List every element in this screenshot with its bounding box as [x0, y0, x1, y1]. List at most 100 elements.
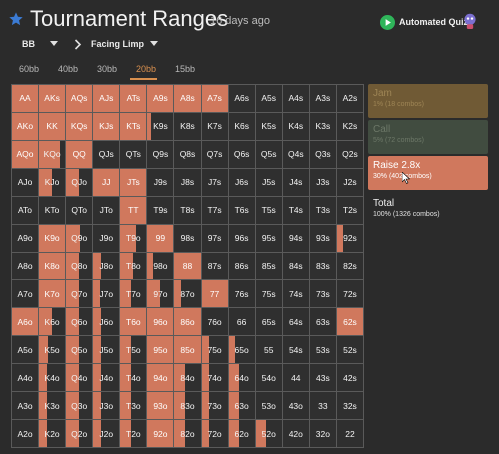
hand-cell[interactable]: K8o [39, 252, 66, 280]
hand-cell[interactable]: K5s [255, 112, 282, 140]
star-icon[interactable] [8, 11, 24, 27]
hand-cell[interactable]: AA [12, 85, 39, 112]
hand-cell[interactable]: 64s [282, 308, 309, 336]
hand-cell[interactable]: Q3s [309, 140, 336, 168]
hand-cell[interactable]: Q2s [336, 140, 363, 168]
hand-cell[interactable]: Q7o [66, 280, 93, 308]
hand-cell[interactable]: Q6s [228, 140, 255, 168]
hand-cell[interactable]: 96o [147, 308, 174, 336]
hand-cell[interactable]: J8s [174, 168, 201, 196]
hand-cell[interactable]: 62s [336, 308, 363, 336]
hand-cell[interactable]: A3o [12, 392, 39, 420]
hand-cell[interactable]: T6o [120, 308, 147, 336]
hand-cell[interactable]: 52o [255, 420, 282, 447]
hand-cell[interactable]: Q4s [282, 140, 309, 168]
hand-cell[interactable]: J8o [93, 252, 120, 280]
hand-cell[interactable]: A6o [12, 308, 39, 336]
hand-cell[interactable]: QJo [66, 168, 93, 196]
hand-cell[interactable]: 87o [174, 280, 201, 308]
hand-cell[interactable]: 84s [282, 252, 309, 280]
hand-cell[interactable]: JJ [93, 168, 120, 196]
hand-cell[interactable]: ATo [12, 196, 39, 224]
hand-cell[interactable]: T9s [147, 196, 174, 224]
hand-cell[interactable]: 72o [201, 420, 228, 447]
hand-cell[interactable]: 63s [309, 308, 336, 336]
hand-cell[interactable]: 33 [309, 392, 336, 420]
hand-cell[interactable]: K8s [174, 112, 201, 140]
hand-cell[interactable]: J5o [93, 336, 120, 364]
hand-cell[interactable]: 62o [228, 420, 255, 447]
hand-cell[interactable]: 92o [147, 420, 174, 447]
hand-cell[interactable]: Q6o [66, 308, 93, 336]
hand-cell[interactable]: Q9o [66, 224, 93, 252]
hand-cell[interactable]: T9o [120, 224, 147, 252]
hand-cell[interactable]: JTo [93, 196, 120, 224]
hand-cell[interactable]: 94s [282, 224, 309, 252]
hand-cell[interactable]: 65s [255, 308, 282, 336]
hand-cell[interactable]: 95o [147, 336, 174, 364]
hand-cell[interactable]: A8o [12, 252, 39, 280]
hand-cell[interactable]: Q9s [147, 140, 174, 168]
hand-cell[interactable]: 76s [228, 280, 255, 308]
hand-cell[interactable]: 92s [336, 224, 363, 252]
hand-cell[interactable]: 96s [228, 224, 255, 252]
hand-cell[interactable]: T5o [120, 336, 147, 364]
hand-cell[interactable]: Q5o [66, 336, 93, 364]
tab-20bb[interactable]: 20bb [136, 64, 156, 74]
hand-cell[interactable]: J7o [93, 280, 120, 308]
hand-cell[interactable]: A4o [12, 364, 39, 392]
hand-cell[interactable]: 85s [255, 252, 282, 280]
hand-cell[interactable]: J6s [228, 168, 255, 196]
hand-cell[interactable]: 82s [336, 252, 363, 280]
hand-cell[interactable]: 73o [201, 392, 228, 420]
hand-cell[interactable]: 65o [228, 336, 255, 364]
hand-cell[interactable]: 77 [201, 280, 228, 308]
hand-cell[interactable]: A4s [282, 85, 309, 112]
hand-cell[interactable]: 54o [255, 364, 282, 392]
hand-cell[interactable]: A9o [12, 224, 39, 252]
hand-cell[interactable]: 98o [147, 252, 174, 280]
hand-cell[interactable]: Q2o [66, 420, 93, 447]
hand-cell[interactable]: QTo [66, 196, 93, 224]
automated-quiz-button[interactable]: Automated Quiz [380, 13, 468, 31]
hand-cell[interactable]: 98s [174, 224, 201, 252]
hand-cell[interactable]: J5s [255, 168, 282, 196]
hand-cell[interactable]: AQo [12, 140, 39, 168]
hand-cell[interactable]: KJo [39, 168, 66, 196]
hand-cell[interactable]: A7o [12, 280, 39, 308]
hand-cell[interactable]: J4s [282, 168, 309, 196]
hand-cell[interactable]: K6s [228, 112, 255, 140]
hand-cell[interactable]: A5s [255, 85, 282, 112]
hand-cell[interactable]: Q7s [201, 140, 228, 168]
hand-cell[interactable]: KTs [120, 112, 147, 140]
hand-cell[interactable]: Q4o [66, 364, 93, 392]
hand-cell[interactable]: K4s [282, 112, 309, 140]
hand-cell[interactable]: A7s [201, 85, 228, 112]
tab-30bb[interactable]: 30bb [97, 64, 117, 74]
hand-cell[interactable]: T7o [120, 280, 147, 308]
hand-cell[interactable]: AQs [66, 85, 93, 112]
hand-cell[interactable]: J6o [93, 308, 120, 336]
action-jam[interactable]: Jam 1% (18 combos) [368, 84, 488, 118]
hand-cell[interactable]: A6s [228, 85, 255, 112]
hand-cell[interactable]: 86s [228, 252, 255, 280]
hand-cell[interactable]: 93s [309, 224, 336, 252]
hand-cell[interactable]: J7s [201, 168, 228, 196]
hand-cell[interactable]: J2o [93, 420, 120, 447]
hand-cell[interactable]: 75o [201, 336, 228, 364]
hand-cell[interactable]: 86o [174, 308, 201, 336]
hand-cell[interactable]: AKs [39, 85, 66, 112]
hand-cell[interactable]: 84o [174, 364, 201, 392]
hand-cell[interactable]: 64o [228, 364, 255, 392]
hand-cell[interactable]: 54s [282, 336, 309, 364]
hand-cell[interactable]: K9s [147, 112, 174, 140]
hand-cell[interactable]: T6s [228, 196, 255, 224]
hand-cell[interactable]: 53s [309, 336, 336, 364]
hand-cell[interactable]: Q5s [255, 140, 282, 168]
hand-cell[interactable]: A9s [147, 85, 174, 112]
hand-cell[interactable]: J2s [336, 168, 363, 196]
hand-cell[interactable]: T8s [174, 196, 201, 224]
hand-cell[interactable]: 88 [174, 252, 201, 280]
hand-cell[interactable]: 43o [282, 392, 309, 420]
hand-cell[interactable]: A2o [12, 420, 39, 447]
